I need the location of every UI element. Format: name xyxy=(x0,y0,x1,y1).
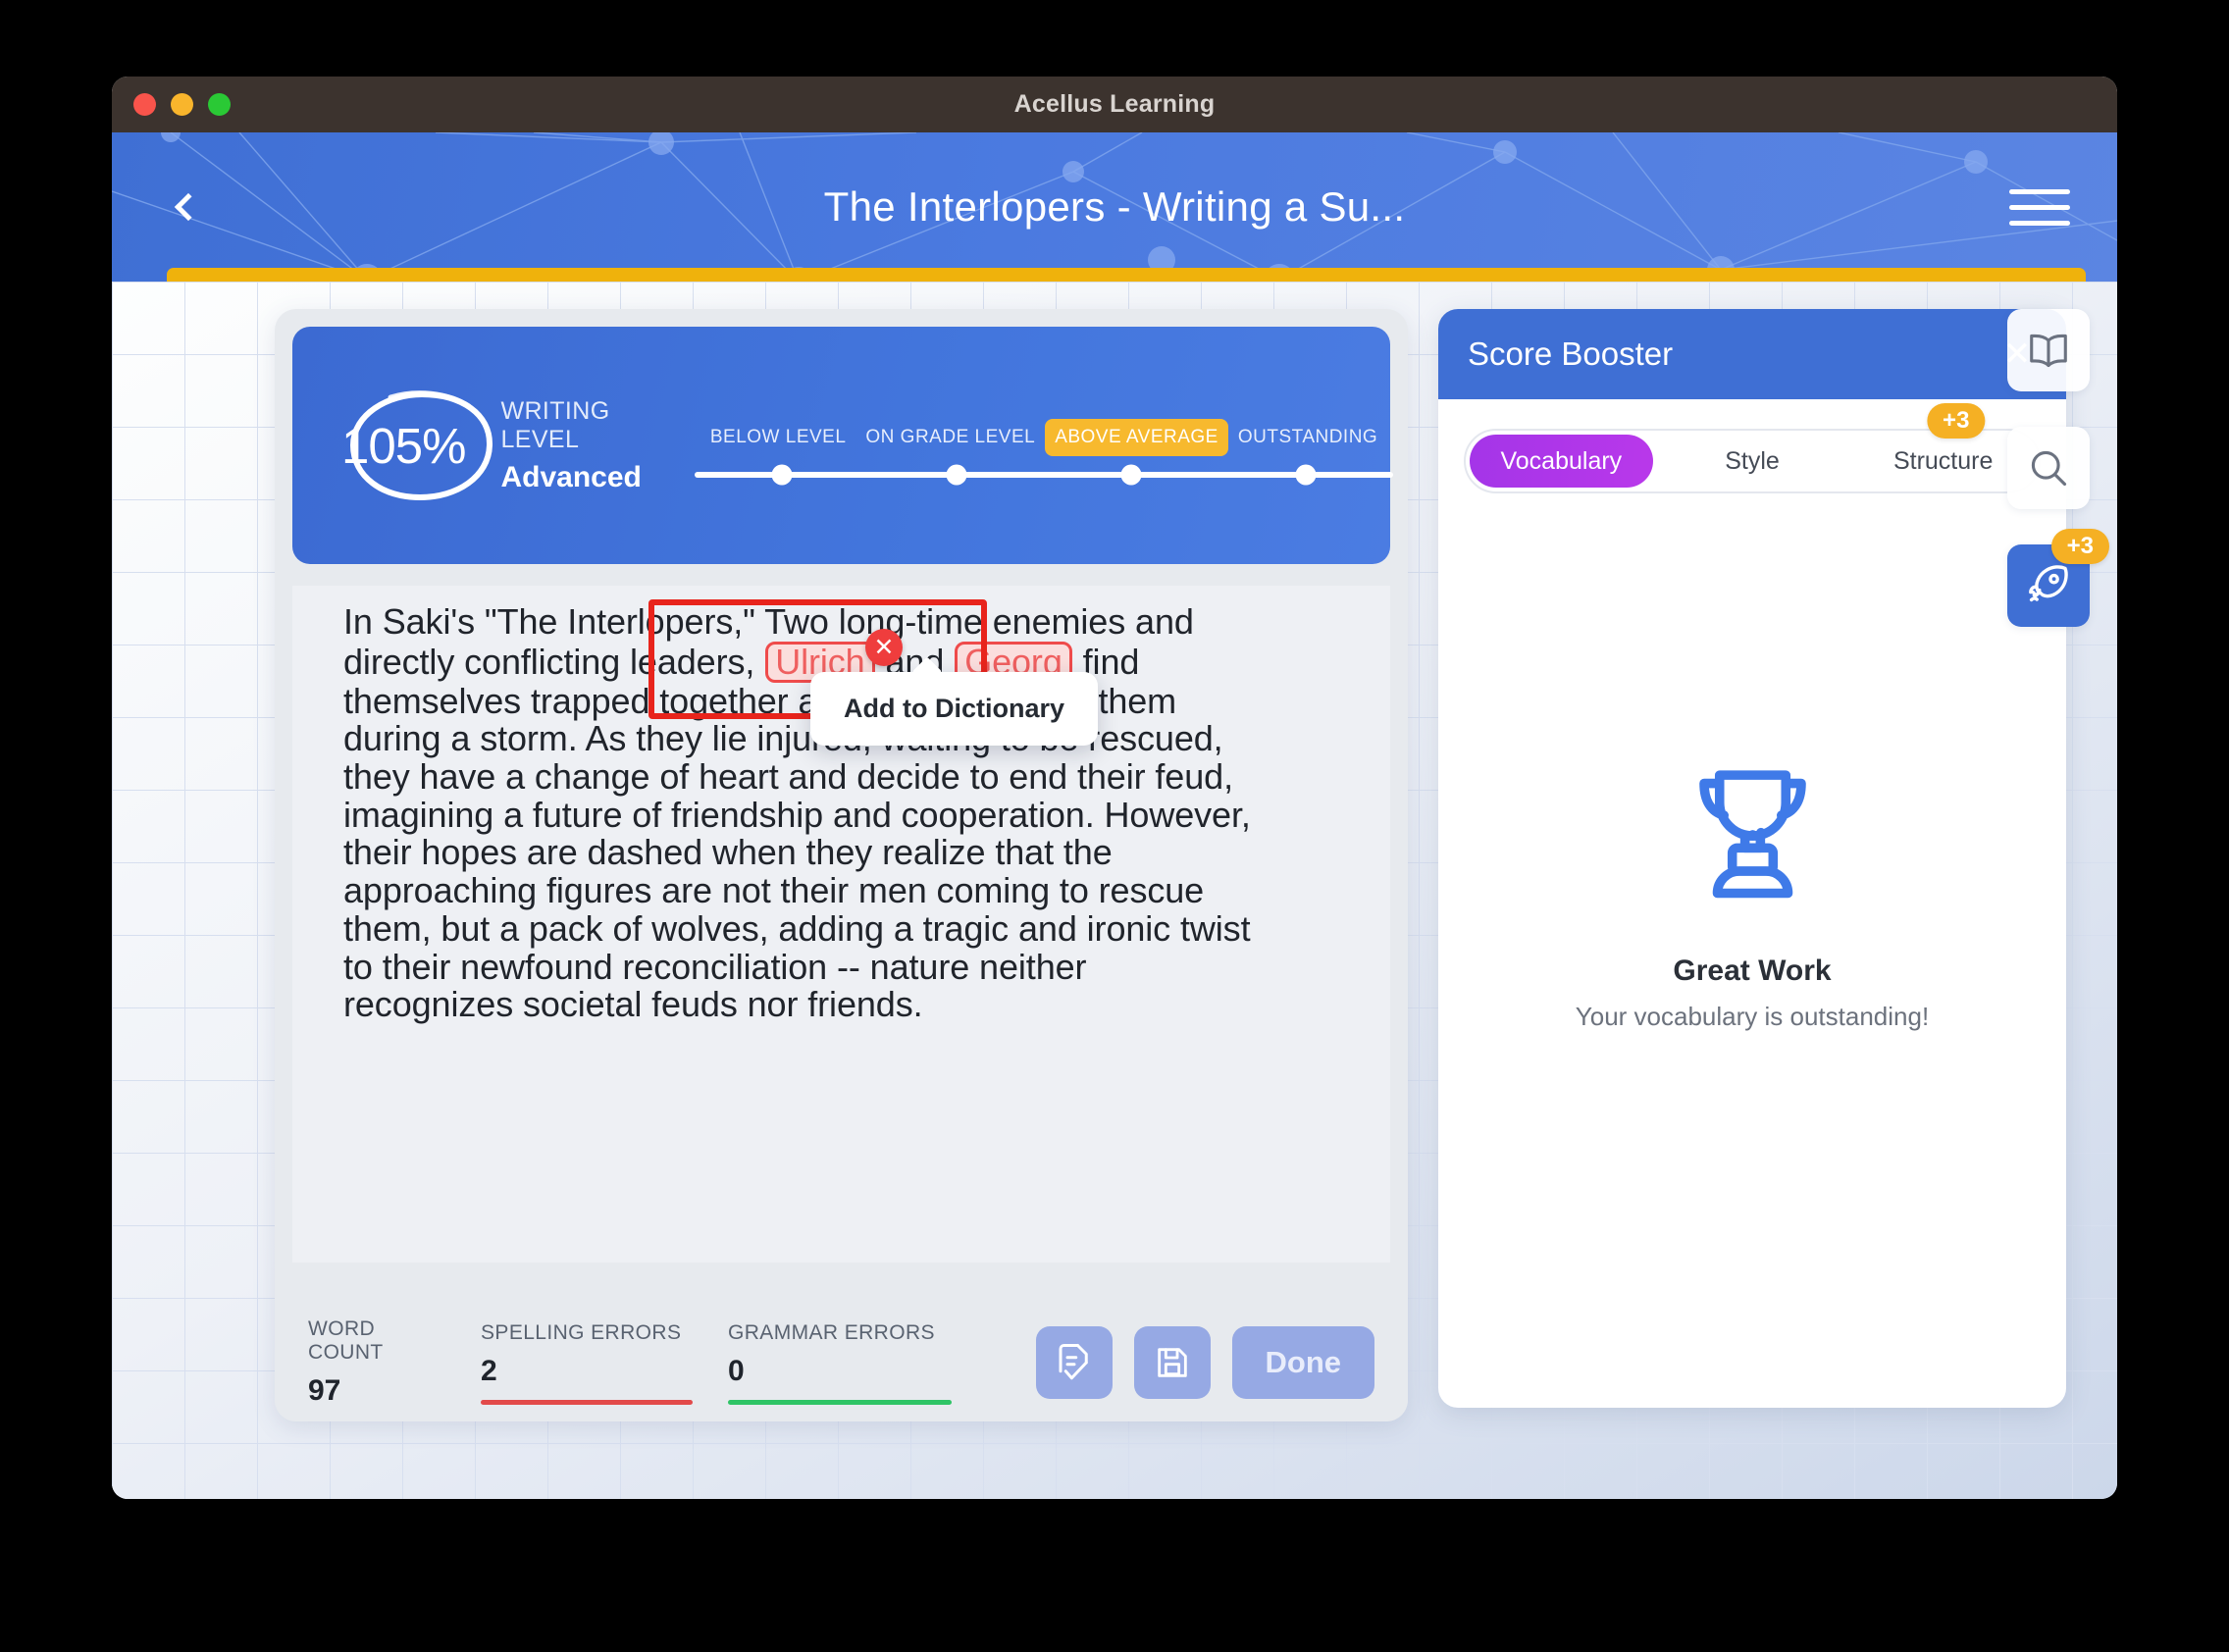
minimize-window-button[interactable] xyxy=(171,93,193,116)
scale-label-below-level: BELOW LEVEL xyxy=(709,427,847,447)
stat-word-count: WORD COUNT 97 xyxy=(308,1317,445,1408)
score-booster-button[interactable]: +3 xyxy=(2007,529,2109,627)
stat-value: 97 xyxy=(308,1374,341,1407)
stat-value: 0 xyxy=(728,1354,745,1387)
writing-level-banner: 105% WRITING LEVEL Advanced BELOW LEVEL … xyxy=(292,327,1394,564)
scale-dot-2 xyxy=(946,464,967,486)
scale-dot-1 xyxy=(771,464,793,486)
stat-grammar-errors: GRAMMAR ERRORS 0 xyxy=(728,1321,952,1405)
spellcheck-button[interactable] xyxy=(1035,1326,1113,1399)
stat-caption: SPELLING ERRORS xyxy=(481,1320,682,1344)
essay-content[interactable]: In Saki's "The Interlopers," Two long-ti… xyxy=(292,586,1390,1024)
score-booster-panel: Score Booster ✕ Vocabulary Style +3 Stru… xyxy=(1438,309,2066,1408)
tool-rail: +3 xyxy=(2007,309,2109,627)
score-booster-title: Score Booster xyxy=(1468,336,1674,372)
lesson-progress-bar xyxy=(167,268,2086,282)
essay-text-area[interactable]: In Saki's "The Interlopers," Two long-ti… xyxy=(292,586,1390,1263)
search-icon xyxy=(2031,450,2067,487)
scale-label-on-grade-level: ON GRADE LEVEL xyxy=(865,427,1036,447)
editor-action-buttons: Done xyxy=(1035,1326,1374,1399)
writing-level-scale: BELOW LEVEL ON GRADE LEVEL ABOVE AVERAGE… xyxy=(694,413,1394,486)
scale-dot-3 xyxy=(1120,464,1142,486)
essay-editor-card: 105% WRITING LEVEL Advanced BELOW LEVEL … xyxy=(275,309,1408,1421)
save-button[interactable] xyxy=(1133,1326,1211,1399)
stat-spelling-errors: SPELLING ERRORS 2 xyxy=(481,1321,693,1405)
done-button[interactable]: Done xyxy=(1231,1326,1374,1399)
writing-level-meta: WRITING LEVEL Advanced xyxy=(500,397,641,494)
essay-line: their hopes are dashed when they realize… xyxy=(343,832,1113,873)
essay-line: imagining a future of friendship and coo… xyxy=(343,794,1251,835)
tab-vocabulary[interactable]: Vocabulary xyxy=(1470,435,1653,488)
stat-value: 2 xyxy=(481,1354,497,1387)
essay-line: to their newfound reconciliation -- natu… xyxy=(343,946,1087,987)
trophy-icon xyxy=(1698,769,1806,898)
traffic-lights xyxy=(133,77,231,132)
essay-stats-bar: WORD COUNT 97 SPELLING ERRORS 2 GRAMMAR … xyxy=(275,1304,1408,1421)
score-booster-tabs: Vocabulary Style +3 Structure xyxy=(1464,403,2041,493)
hamburger-menu-icon xyxy=(2009,220,2070,226)
writing-level-caption: WRITING LEVEL xyxy=(500,396,610,453)
hamburger-menu-icon xyxy=(2009,204,2070,210)
tab-style[interactable]: Style xyxy=(1661,435,1844,488)
app-body: 105% WRITING LEVEL Advanced BELOW LEVEL … xyxy=(112,282,2117,1499)
stat-underline xyxy=(481,1399,693,1405)
writing-score-value: 105% xyxy=(341,417,466,474)
score-bubble: 105% xyxy=(341,390,493,501)
booster-heading: Great Work xyxy=(1673,954,1832,987)
dictionary-button[interactable] xyxy=(2007,309,2090,391)
floppy-save-icon xyxy=(1157,1348,1187,1377)
booster-points-badge: +3 xyxy=(2050,529,2109,565)
tab-label: Vocabulary xyxy=(1500,447,1623,475)
window-titlebar: Acellus Learning xyxy=(112,77,2117,132)
tab-label: Style xyxy=(1725,447,1780,475)
rocket-icon xyxy=(2029,565,2068,602)
scale-label-above-average: ABOVE AVERAGE xyxy=(1045,419,1228,456)
essay-line: recognizes societal feuds nor friends. xyxy=(343,984,923,1025)
score-booster-content: Great Work Your vocabulary is outstandin… xyxy=(1438,493,2066,1408)
essay-line: them, but a pack of wolves, adding a tra… xyxy=(343,907,1251,949)
essay-line: In Saki's "The Interlopers," Two long-ti… xyxy=(343,601,1194,642)
close-circle-icon[interactable]: ✕ xyxy=(865,629,903,666)
stat-caption: WORD COUNT xyxy=(308,1317,384,1364)
tab-label: Structure xyxy=(1892,447,1994,475)
search-button[interactable] xyxy=(2007,427,2090,509)
stat-underline xyxy=(728,1399,952,1405)
writing-level-value: Advanced xyxy=(500,460,642,493)
essay-line: they have a change of heart and decide t… xyxy=(343,756,1233,798)
document-check-icon xyxy=(1059,1344,1088,1380)
app-header: The Interlopers - Writing a Su... xyxy=(112,132,2117,282)
add-to-dictionary-button[interactable]: Add to Dictionary xyxy=(810,672,1099,746)
app-window: Acellus Learning The Interlopers - Writi… xyxy=(112,77,2117,1499)
scale-label-outstanding: OUTSTANDING xyxy=(1237,427,1378,447)
structure-points-badge: +3 xyxy=(1927,403,1986,439)
scale-labels: BELOW LEVEL ON GRADE LEVEL ABOVE AVERAGE… xyxy=(695,419,1393,456)
booster-subtext: Your vocabulary is outstanding! xyxy=(1575,1001,1930,1031)
scale-track xyxy=(694,464,1394,486)
essay-line: approaching figures are not their men co… xyxy=(343,870,1205,911)
scale-dot-4 xyxy=(1295,464,1317,486)
close-window-button[interactable] xyxy=(133,93,156,116)
maximize-window-button[interactable] xyxy=(208,93,231,116)
book-icon xyxy=(2030,334,2067,367)
window-title: Acellus Learning xyxy=(1013,90,1216,118)
stat-caption: GRAMMAR ERRORS xyxy=(728,1320,935,1344)
essay-text-fragment: directly conflicting leaders, xyxy=(343,641,765,682)
score-booster-header: Score Booster ✕ xyxy=(1438,309,2066,399)
hamburger-menu-icon xyxy=(2009,188,2070,194)
page-title: The Interlopers - Writing a Su... xyxy=(823,183,1406,230)
hamburger-menu-button[interactable] xyxy=(2009,180,2070,234)
